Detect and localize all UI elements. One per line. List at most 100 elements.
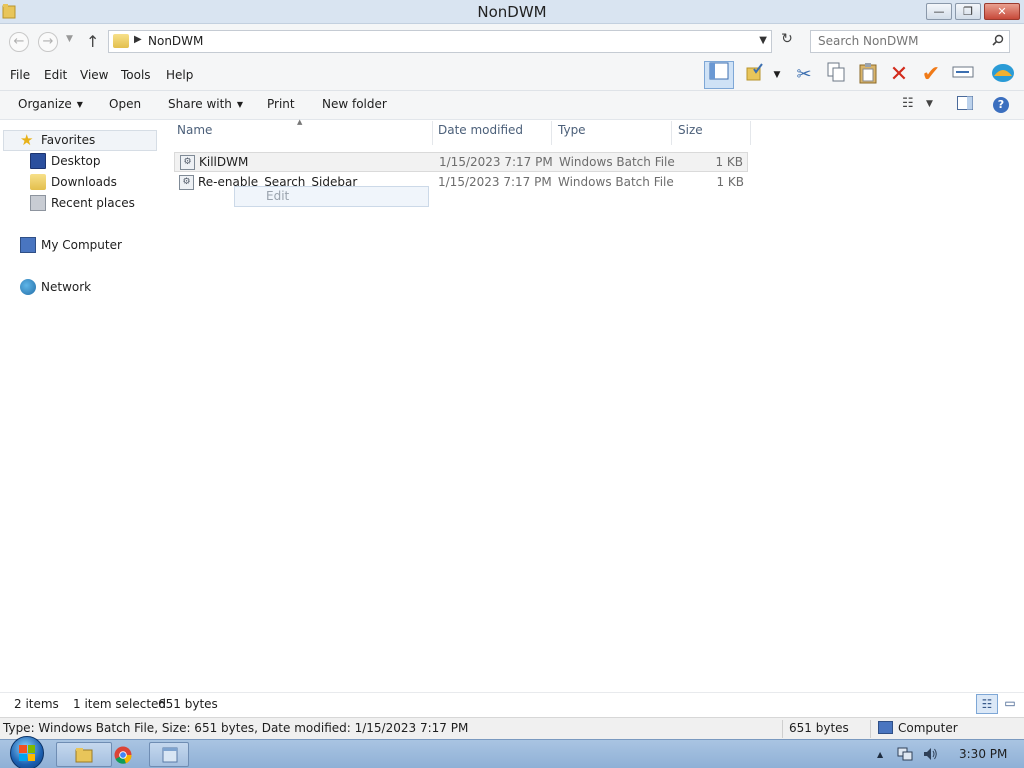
layout-icon[interactable] <box>704 61 734 89</box>
column-divider[interactable] <box>750 121 751 145</box>
nav-downloads[interactable]: Downloads <box>30 173 155 193</box>
status-zone: Computer <box>898 721 958 735</box>
batch-file-icon: ⚙ <box>180 155 195 170</box>
status-size: 651 bytes <box>789 721 849 735</box>
print-button[interactable]: Print <box>267 97 295 111</box>
batch-file-icon: ⚙ <box>179 175 194 190</box>
status-bar: Type: Windows Batch File, Size: 651 byte… <box>0 717 1024 739</box>
window-icon <box>162 747 178 763</box>
column-header-type[interactable]: Type <box>558 123 671 145</box>
items-count: 2 items <box>14 697 59 711</box>
network-tray-icon[interactable] <box>897 747 913 764</box>
maximize-button[interactable]: ❐ <box>955 3 981 20</box>
scissors-icon[interactable]: ✂ <box>791 62 817 88</box>
view-options-icon[interactable]: ☷ <box>902 96 914 111</box>
nav-label: Favorites <box>41 133 96 147</box>
tray-arrow-icon[interactable]: ▲ <box>877 750 883 759</box>
nav-recent-places[interactable]: Recent places <box>30 194 155 214</box>
menu-help[interactable]: Help <box>166 68 193 82</box>
nav-my-computer[interactable]: My Computer <box>20 236 155 256</box>
forward-button[interactable]: → <box>38 32 58 52</box>
chevron-down-icon[interactable]: ▼ <box>770 62 784 88</box>
refresh-button[interactable]: ↻ <box>776 31 798 53</box>
checkmark-icon[interactable]: ✔ <box>918 62 944 88</box>
star-icon: ★ <box>20 131 34 149</box>
nav-label: Desktop <box>51 154 101 168</box>
column-divider[interactable] <box>432 121 433 145</box>
windows-logo-icon <box>19 745 35 761</box>
volume-icon[interactable] <box>922 747 938 764</box>
address-row: ← → ▼ ↑ ▶ NonDWM ▼ ↻ <box>0 24 1024 60</box>
computer-icon <box>878 721 893 734</box>
close-icon: ✕ <box>997 5 1007 18</box>
folder-check-icon[interactable] <box>742 62 768 88</box>
nav-favorites[interactable]: ★ Favorites <box>3 130 157 151</box>
network-icon <box>20 279 36 295</box>
chevron-down-icon[interactable]: ▼ <box>759 35 767 46</box>
column-divider[interactable] <box>551 121 552 145</box>
restore-icon: ❐ <box>963 5 973 18</box>
column-header-date[interactable]: Date modified <box>438 123 551 145</box>
column-header-name[interactable]: Name <box>177 123 432 145</box>
breadcrumb-chevron-icon[interactable]: ▶ <box>134 34 142 45</box>
share-with-button[interactable]: Share with ▼ <box>168 97 243 111</box>
search-input[interactable] <box>818 34 988 48</box>
organize-button[interactable]: Organize ▼ <box>18 97 83 111</box>
large-icons-view-icon[interactable]: ▭ <box>999 694 1021 714</box>
chevron-down-icon: ▼ <box>236 100 244 109</box>
nav-desktop[interactable]: Desktop <box>30 152 155 172</box>
computer-icon <box>20 237 36 253</box>
menu-edit[interactable]: Edit <box>44 68 67 82</box>
window-title: NonDWM <box>477 3 547 21</box>
selected-size: 651 bytes <box>158 697 218 711</box>
help-icon[interactable]: ? <box>993 97 1009 113</box>
recent-locations-dropdown[interactable]: ▼ <box>66 34 73 44</box>
paste-icon[interactable] <box>855 62 881 88</box>
copy-icon[interactable] <box>823 62 849 88</box>
chevron-down-icon[interactable]: ▼ <box>926 99 933 109</box>
preview-pane-icon[interactable] <box>957 96 973 114</box>
delete-icon[interactable]: ✕ <box>886 62 912 88</box>
minimize-button[interactable]: — <box>926 3 952 20</box>
selected-count: 1 item selected <box>73 697 167 711</box>
status-divider <box>870 720 871 738</box>
nav-label: My Computer <box>41 238 122 252</box>
chevron-down-icon: ▼ <box>76 100 83 109</box>
breadcrumb-item[interactable]: NonDWM <box>148 34 203 48</box>
menu-tools[interactable]: Tools <box>121 68 151 82</box>
start-button[interactable] <box>8 736 46 768</box>
new-folder-button[interactable]: New folder <box>322 97 387 111</box>
menu-file[interactable]: File <box>10 68 30 82</box>
navigation-pane: ★ Favorites Desktop Downloads Recent pla… <box>0 121 160 691</box>
column-header-size[interactable]: Size <box>678 123 750 145</box>
back-button[interactable]: ← <box>9 32 29 52</box>
column-divider[interactable] <box>671 121 672 145</box>
downloads-folder-icon <box>30 174 46 190</box>
organize-label: Organize <box>18 97 72 111</box>
address-bar[interactable]: ▶ NonDWM ▼ <box>108 30 772 53</box>
open-button[interactable]: Open <box>109 97 141 111</box>
status-description: Type: Windows Batch File, Size: 651 byte… <box>3 721 469 735</box>
taskbar-chrome-button[interactable] <box>95 742 141 767</box>
search-box[interactable] <box>810 30 1010 53</box>
file-date: 1/15/2023 7:17 PM <box>438 175 552 189</box>
explorer-folder-icon <box>75 748 93 763</box>
details-view-icon[interactable]: ☷ <box>976 694 998 714</box>
nav-label: Network <box>41 280 92 294</box>
search-icon[interactable] <box>992 34 1004 49</box>
recent-places-icon <box>30 195 46 211</box>
minimize-icon: — <box>933 5 945 18</box>
file-row[interactable]: ⚙ KillDWM 1/15/2023 7:17 PM Windows Batc… <box>174 152 748 172</box>
rename-icon[interactable] <box>950 62 976 88</box>
command-bar: Organize ▼ Open Share with ▼ Print New fol… <box>0 91 1024 120</box>
up-button[interactable]: ↑ <box>86 32 99 51</box>
clock[interactable]: 3:30 PM <box>959 747 1007 761</box>
nav-network[interactable]: Network <box>20 278 155 298</box>
shell-icon[interactable] <box>990 62 1016 88</box>
menu-view[interactable]: View <box>80 68 108 82</box>
taskbar-window-button[interactable] <box>149 742 189 767</box>
details-bar: 2 items 1 item selected 651 bytes <box>0 692 1024 717</box>
drag-edit-ghost: Edit <box>234 186 429 207</box>
share-with-label: Share with <box>168 97 232 111</box>
close-button[interactable]: ✕ <box>984 3 1020 20</box>
